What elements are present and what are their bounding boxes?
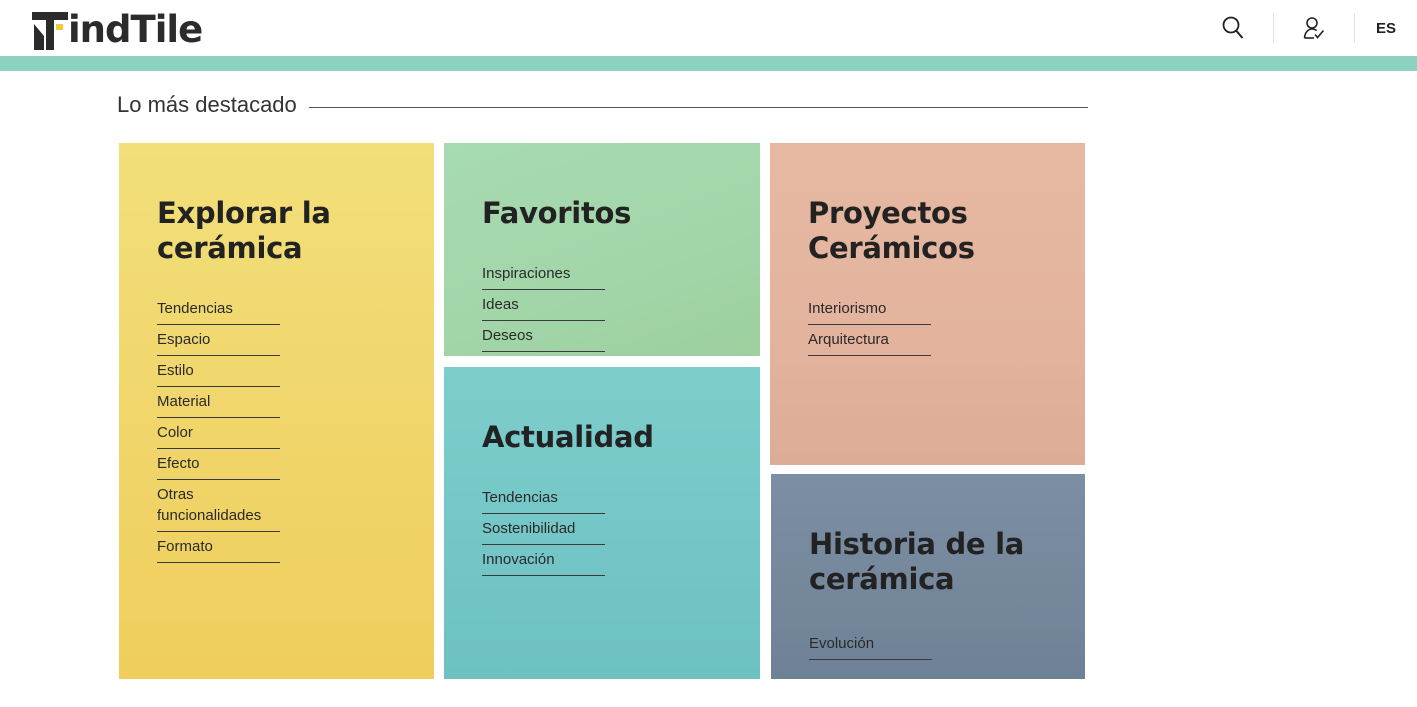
logo-t-mark-icon xyxy=(32,12,68,50)
card-actualidad[interactable]: Actualidad Tendencias Sostenibilidad Inn… xyxy=(444,367,760,679)
card-links: Evolución xyxy=(809,629,1085,660)
accent-bar xyxy=(0,56,1417,71)
section-header: Lo más destacado xyxy=(117,90,1088,120)
link-material[interactable]: Material xyxy=(157,387,280,418)
card-links: Tendencias Sostenibilidad Innovación xyxy=(482,483,760,576)
search-button[interactable] xyxy=(1193,0,1273,56)
site-header: indTile ES xyxy=(0,0,1417,56)
card-title-line: cerámica xyxy=(157,231,303,265)
card-title-line: Explorar la xyxy=(157,196,331,230)
card-title-line: Cerámicos xyxy=(808,231,975,265)
link-tendencias[interactable]: Tendencias xyxy=(482,483,605,514)
link-otras-funcionalidades[interactable]: Otras funcionalidades xyxy=(157,480,280,532)
card-links: Inspiraciones Ideas Deseos xyxy=(482,259,760,352)
account-button[interactable] xyxy=(1274,0,1354,56)
search-icon xyxy=(1222,16,1244,39)
link-innovacion[interactable]: Innovación xyxy=(482,545,605,576)
section-divider xyxy=(308,106,1088,108)
card-title: Explorar la cerámica xyxy=(157,196,434,266)
card-links: Tendencias Espacio Estilo Material Color… xyxy=(157,294,434,563)
link-interiorismo[interactable]: Interiorismo xyxy=(808,294,931,325)
link-tendencias[interactable]: Tendencias xyxy=(157,294,280,325)
card-title-line: Favoritos xyxy=(482,196,632,230)
card-title-line: cerámica xyxy=(809,562,955,596)
card-title-line: Historia de la xyxy=(809,527,1024,561)
link-inspiraciones[interactable]: Inspiraciones xyxy=(482,259,605,290)
link-arquitectura[interactable]: Arquitectura xyxy=(808,325,931,356)
link-deseos[interactable]: Deseos xyxy=(482,321,605,352)
card-title: Favoritos xyxy=(482,196,760,231)
logo-text: indTile xyxy=(68,8,203,51)
card-historia-ceramica[interactable]: Historia de la cerámica Evolución xyxy=(771,474,1085,679)
user-check-icon xyxy=(1303,17,1325,39)
link-evolucion[interactable]: Evolución xyxy=(809,629,932,660)
card-title: Proyectos Cerámicos xyxy=(808,196,1085,266)
card-title: Historia de la cerámica xyxy=(809,527,1085,597)
card-links: Interiorismo Arquitectura xyxy=(808,294,1085,356)
section-title: Lo más destacado xyxy=(117,92,297,117)
link-formato[interactable]: Formato xyxy=(157,532,280,563)
link-sostenibilidad[interactable]: Sostenibilidad xyxy=(482,514,605,545)
link-efecto[interactable]: Efecto xyxy=(157,449,280,480)
link-espacio[interactable]: Espacio xyxy=(157,325,280,356)
language-selector[interactable]: ES xyxy=(1355,0,1417,56)
link-color[interactable]: Color xyxy=(157,418,280,449)
card-title: Actualidad xyxy=(482,420,760,455)
card-title-line: Actualidad xyxy=(482,420,654,454)
link-ideas[interactable]: Ideas xyxy=(482,290,605,321)
logo[interactable]: indTile xyxy=(32,8,203,51)
card-explorar-ceramica[interactable]: Explorar la cerámica Tendencias Espacio … xyxy=(119,143,434,679)
card-favoritos[interactable]: Favoritos Inspiraciones Ideas Deseos xyxy=(444,143,760,356)
card-title-line: Proyectos xyxy=(808,196,968,230)
card-proyectos-ceramicos[interactable]: Proyectos Cerámicos Interiorismo Arquite… xyxy=(770,143,1085,465)
header-actions: ES xyxy=(1193,0,1417,56)
link-estilo[interactable]: Estilo xyxy=(157,356,280,387)
